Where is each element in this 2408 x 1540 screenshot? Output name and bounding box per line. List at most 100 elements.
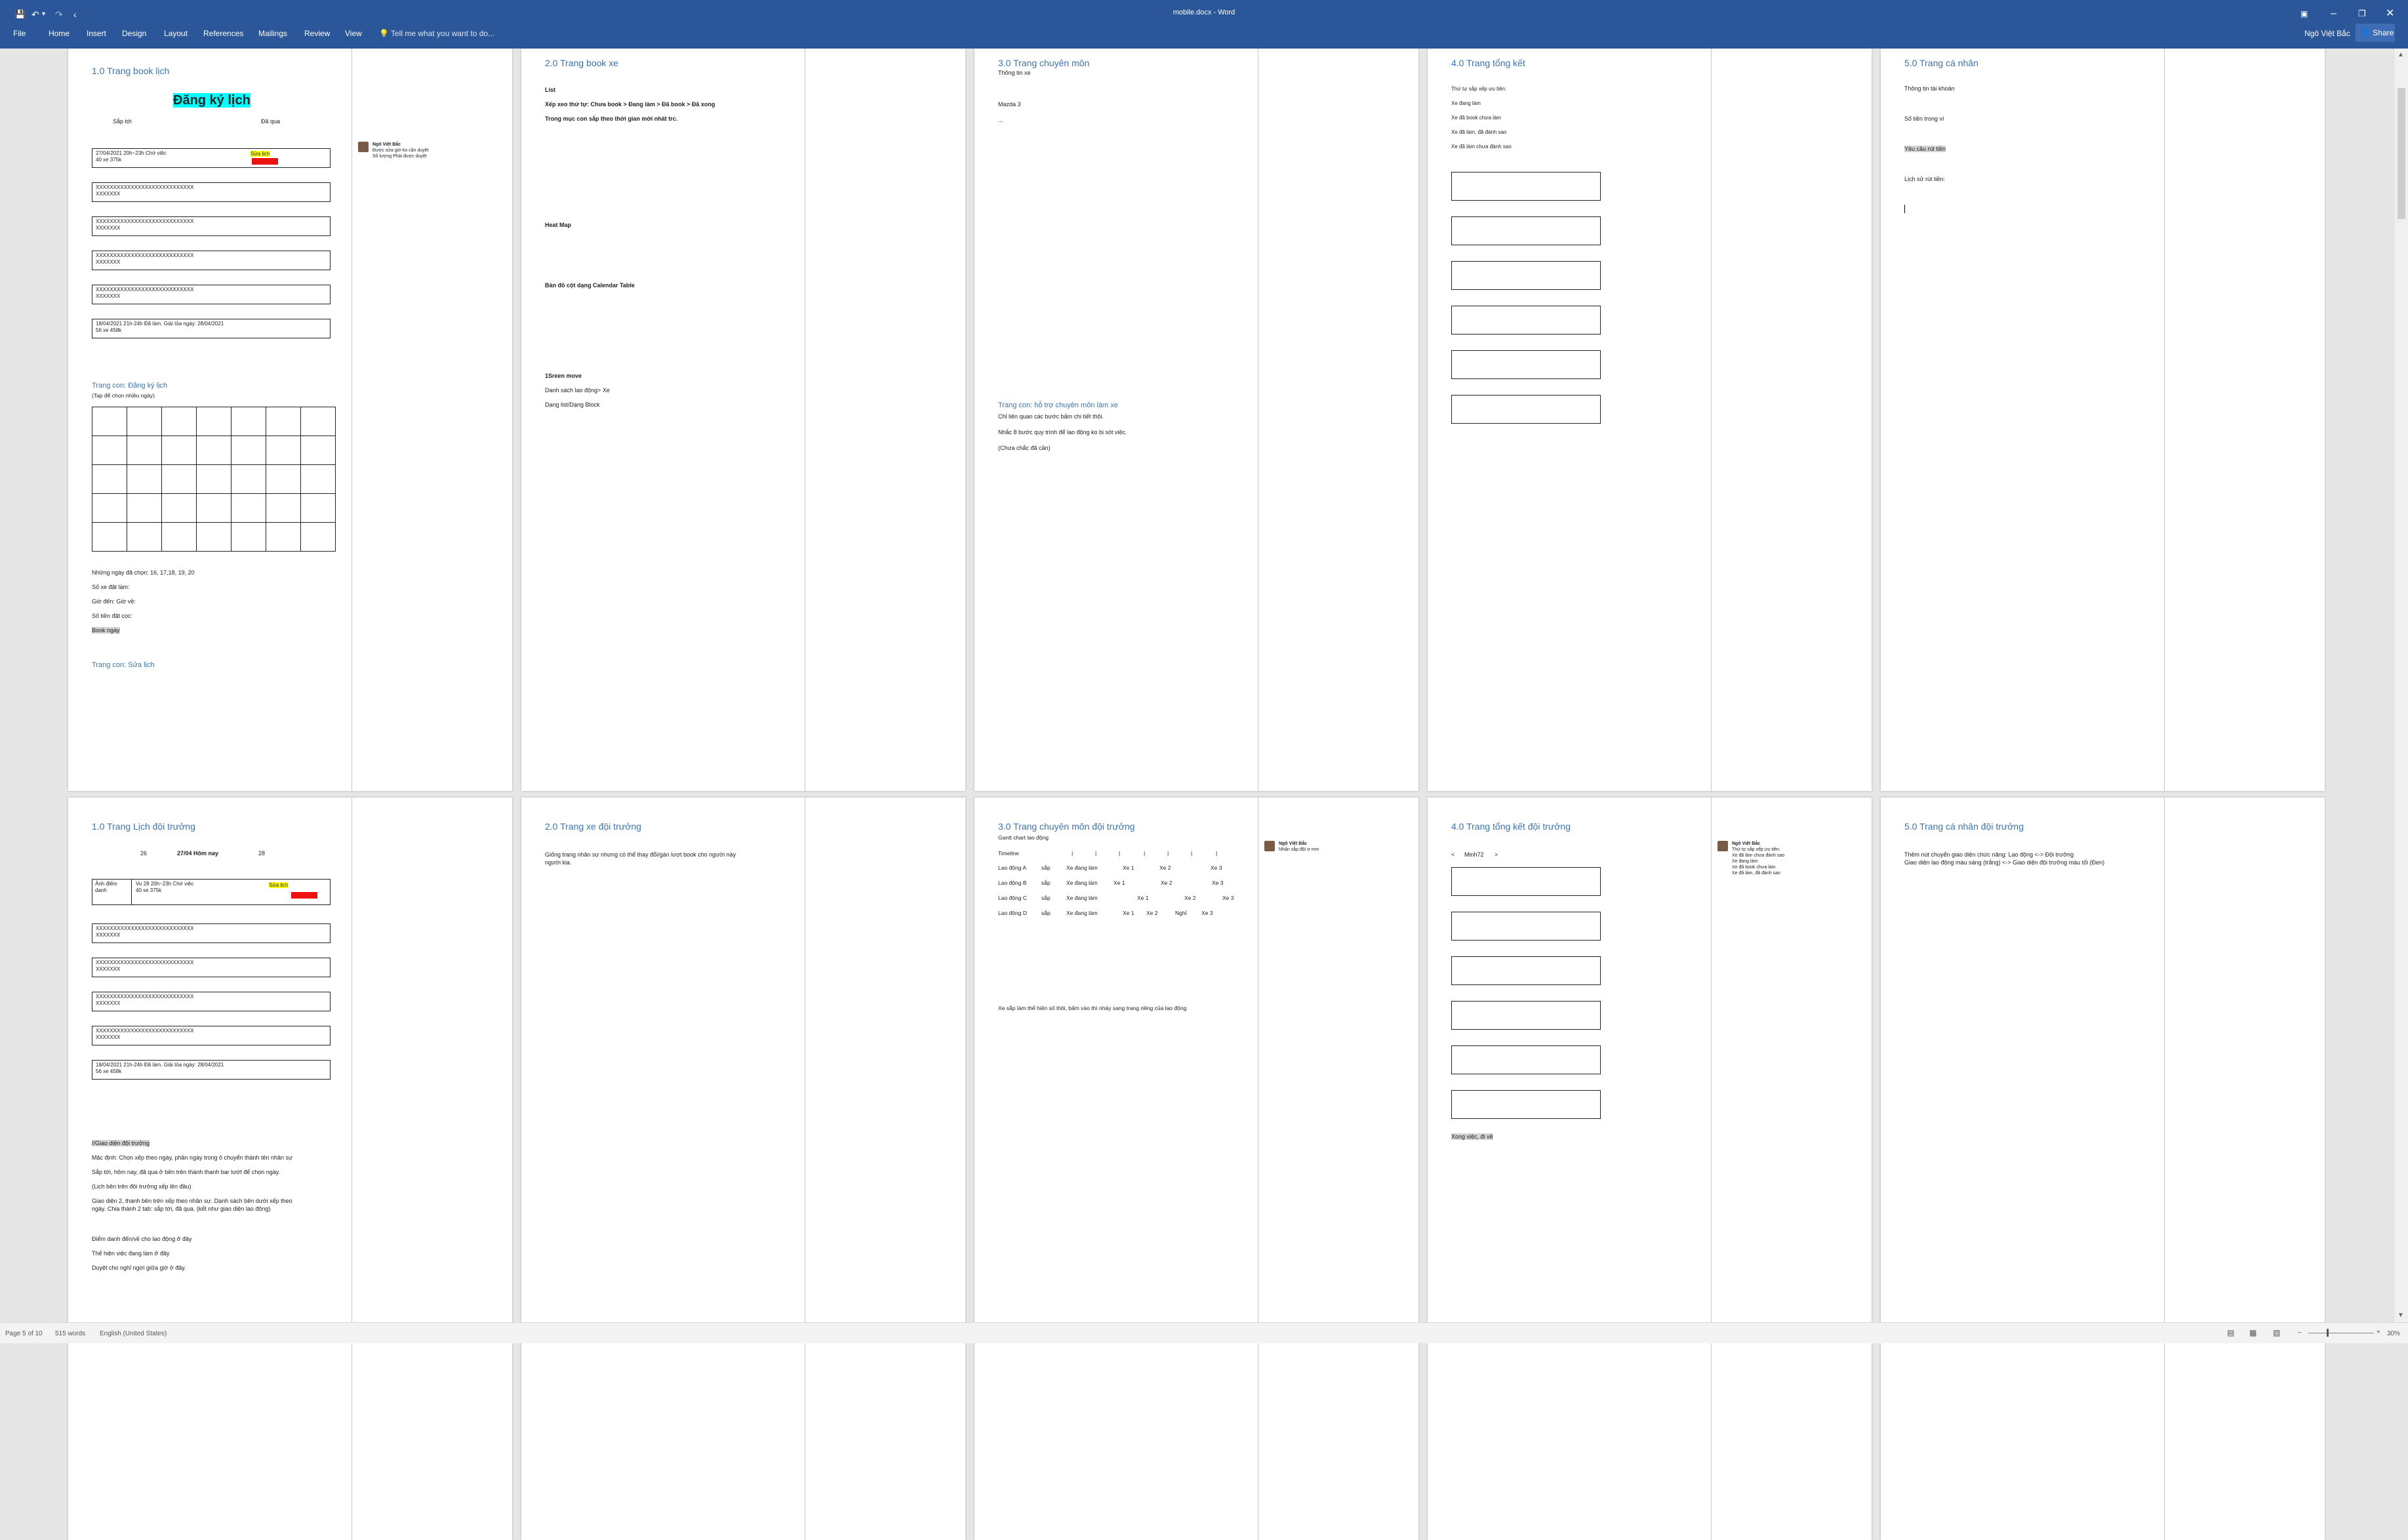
tab-review[interactable]: Review xyxy=(304,29,330,38)
zoom-out-icon[interactable]: – xyxy=(2298,1329,2302,1336)
scrollbar-thumb[interactable] xyxy=(2398,88,2405,219)
page-10[interactable]: 5.0 Trang cá nhân đội trưởng Thêm nút ch… xyxy=(1881,798,2325,1540)
day-today[interactable]: 27/04 Hôm nay xyxy=(177,850,218,857)
comment-margin-line xyxy=(1711,798,1712,1540)
summary-card[interactable] xyxy=(1451,306,1601,334)
finish-button[interactable]: Xong việc, đi về xyxy=(1451,1133,1493,1140)
tab-view[interactable]: View xyxy=(345,29,362,38)
book-button[interactable]: Book ngày xyxy=(92,627,120,634)
red-marker xyxy=(291,892,317,899)
scroll-down-icon[interactable]: ▼ xyxy=(2398,1312,2404,1319)
tab-references[interactable]: References xyxy=(203,29,243,38)
text-cursor xyxy=(1904,205,1905,213)
page-heading: 1.0 Trang Lịch đội trưởng xyxy=(92,821,195,832)
page-2[interactable]: 2.0 Trang book xe List Xếp xeo thứ tự: C… xyxy=(521,49,965,791)
page-heading: 3.0 Trang chuyên môn xyxy=(998,58,1090,68)
avatar xyxy=(1264,841,1275,851)
page-heading: 5.0 Trang cá nhân xyxy=(1904,58,1978,68)
zoom-level[interactable]: 30% xyxy=(2387,1330,2400,1337)
subpage-support-link[interactable]: Trang con: hỗ trợ chuyên môn làm xe xyxy=(998,401,1118,410)
page-8[interactable]: 3.0 Trang chuyên môn đội trưởng Gantt ch… xyxy=(974,798,1418,1540)
worker-name[interactable]: Lao động C xyxy=(998,895,1027,902)
page-indicator[interactable]: Page 5 of 10 xyxy=(5,1330,43,1337)
worker-name[interactable]: Lao động D xyxy=(998,910,1027,917)
page-3[interactable]: 3.0 Trang chuyên môn Thông tin xe Mazda … xyxy=(974,49,1418,791)
status-bar: Page 5 of 10 515 words English (United S… xyxy=(0,1322,2408,1343)
page-7[interactable]: 2.0 Trang xe đội trưởng Giống trang nhân… xyxy=(521,798,965,1540)
section-note: //Giao diện đội trưởng xyxy=(92,1140,150,1146)
web-layout-icon[interactable]: ▧ xyxy=(2273,1328,2280,1337)
schedule-card[interactable]: XXXXXXXXXXXXXXXXXXXXXXXXXXXX XXXXXXX xyxy=(92,923,331,943)
window-title: mobile.docx - Word xyxy=(1173,9,1235,16)
calendar-grid[interactable] xyxy=(92,407,336,552)
zoom-slider-thumb[interactable] xyxy=(2327,1329,2329,1337)
word-count[interactable]: 515 words xyxy=(55,1330,85,1337)
page-1[interactable]: 1.0 Trang book lịch Đăng ký lịch Sắp tới… xyxy=(68,49,512,791)
prev-arrow-icon[interactable]: < xyxy=(1451,851,1455,859)
summary-card[interactable] xyxy=(1451,1001,1601,1030)
schedule-card[interactable]: 27/04/2021 20h~23h Chờ việc 40 xe 375k xyxy=(92,148,331,168)
summary-card[interactable] xyxy=(1451,216,1601,245)
tab-mailings[interactable]: Mailings xyxy=(258,29,287,38)
schedule-card[interactable]: XXXXXXXXXXXXXXXXXXXXXXXXXXXX XXXXXXX xyxy=(92,992,331,1011)
tab-layout[interactable]: Layout xyxy=(164,29,188,38)
subpage-edit-link[interactable]: Trang con: Sửa lịch xyxy=(92,661,155,670)
checkin-photo[interactable]: Ảnh điểm danh xyxy=(92,880,132,904)
subpage-register-link[interactable]: Trang con: Đăng ký lịch xyxy=(92,382,167,390)
summary-card[interactable] xyxy=(1451,867,1601,896)
edit-schedule-link[interactable]: Sửa lịch xyxy=(269,882,289,888)
vertical-scrollbar[interactable]: ▲ ▼ xyxy=(2394,49,2408,1322)
page-9[interactable]: 4.0 Trang tổng kết đội trưởng < Minh72 >… xyxy=(1428,798,1872,1540)
tab-upcoming[interactable]: Sắp tới xyxy=(113,118,132,125)
schedule-card[interactable]: XXXXXXXXXXXXXXXXXXXXXXXXXXXX XXXXXXX xyxy=(92,251,331,270)
comment-margin-line xyxy=(1711,49,1712,791)
tab-file[interactable]: File xyxy=(13,29,26,38)
tell-me-search[interactable]: Tell me what you want to do... xyxy=(391,29,494,38)
scroll-up-icon[interactable]: ▲ xyxy=(2398,51,2404,58)
page-4[interactable]: 4.0 Trang tổng kết Thứ tự sắp xếp ưu tiê… xyxy=(1428,49,1872,791)
avatar xyxy=(358,142,369,152)
language-indicator[interactable]: English (United States) xyxy=(100,1330,167,1337)
day-next[interactable]: 28 xyxy=(258,850,265,857)
summary-card[interactable] xyxy=(1451,395,1601,424)
schedule-card[interactable]: XXXXXXXXXXXXXXXXXXXXXXXXXXXX XXXXXXX xyxy=(92,182,331,202)
summary-card[interactable] xyxy=(1451,956,1601,985)
summary-card[interactable] xyxy=(1451,172,1601,201)
tab-past[interactable]: Đã qua xyxy=(261,118,280,125)
withdraw-request-button[interactable]: Yêu cầu rút tiền xyxy=(1904,146,1946,152)
page-5[interactable]: 5.0 Trang cá nhân Thông tin tài khoản Số… xyxy=(1881,49,2325,791)
print-layout-icon[interactable]: ▦ xyxy=(2249,1328,2257,1337)
schedule-card[interactable]: XXXXXXXXXXXXXXXXXXXXXXXXXXXX XXXXXXX xyxy=(92,1026,331,1045)
page-heading: 5.0 Trang cá nhân đội trưởng xyxy=(1904,821,2024,832)
summary-card[interactable] xyxy=(1451,261,1601,290)
document-workspace[interactable]: 1.0 Trang book lịch Đăng ký lịch Sắp tới… xyxy=(0,49,2394,1540)
user-name[interactable]: Ngô Việt Bắc xyxy=(2304,29,2350,38)
tab-home[interactable]: Home xyxy=(49,29,70,38)
schedule-card[interactable]: 18/04/2021 21h-24h Đã làm. Giải tỏa ngày… xyxy=(92,319,331,338)
tab-design[interactable]: Design xyxy=(122,29,146,38)
page-heading: 1.0 Trang book lịch xyxy=(92,66,170,76)
page-heading: 4.0 Trang tổng kết đội trưởng xyxy=(1451,821,1571,832)
read-mode-icon[interactable]: ▤ xyxy=(2227,1328,2234,1337)
schedule-card[interactable]: XXXXXXXXXXXXXXXXXXXXXXXXXXXX XXXXXXX xyxy=(92,285,331,304)
time-field-label: Giờ đến: Giờ về: xyxy=(92,598,136,605)
share-button[interactable]: 👤 Share xyxy=(2356,24,2395,42)
summary-card[interactable] xyxy=(1451,1090,1601,1119)
edit-schedule-link[interactable]: Sửa lịch xyxy=(251,151,270,157)
ribbon-tabs: File Home Insert Design Layout Reference… xyxy=(0,18,2408,49)
tab-insert[interactable]: Insert xyxy=(87,29,106,38)
schedule-card[interactable]: 18/04/2021 21h-24h Đã làm. Giải tỏa ngày… xyxy=(92,1060,331,1080)
worker-selector: Minh72 xyxy=(1464,851,1484,858)
day-prev[interactable]: 26 xyxy=(140,850,147,857)
worker-name[interactable]: Lao động A xyxy=(998,864,1026,872)
next-arrow-icon[interactable]: > xyxy=(1495,851,1498,859)
zoom-in-icon[interactable]: + xyxy=(2377,1329,2380,1336)
summary-card[interactable] xyxy=(1451,350,1601,379)
summary-card[interactable] xyxy=(1451,912,1601,941)
summary-card[interactable] xyxy=(1451,1045,1601,1074)
page-title: Đăng ký lịch xyxy=(173,93,251,108)
schedule-card[interactable]: XXXXXXXXXXXXXXXXXXXXXXXXXXXX XXXXXXX xyxy=(92,958,331,977)
page-6[interactable]: 1.0 Trang Lịch đội trưởng 26 27/04 Hôm n… xyxy=(68,798,512,1540)
worker-name[interactable]: Lao động B xyxy=(998,880,1026,887)
schedule-card[interactable]: XXXXXXXXXXXXXXXXXXXXXXXXXXXX XXXXXXX xyxy=(92,216,331,236)
